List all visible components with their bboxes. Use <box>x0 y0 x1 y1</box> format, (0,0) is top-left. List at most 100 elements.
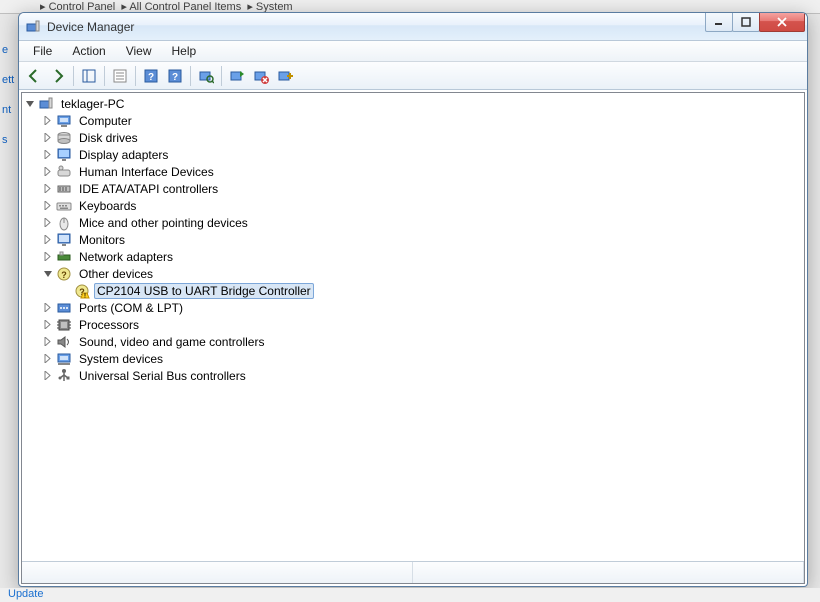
toolbar-back-button[interactable] <box>23 65 45 87</box>
expand-icon[interactable] <box>44 371 53 380</box>
tree-item[interactable]: Processors <box>22 316 804 333</box>
tree-item[interactable]: Keyboards <box>22 197 804 214</box>
expand-icon[interactable] <box>44 201 53 210</box>
menu-file[interactable]: File <box>23 42 62 60</box>
toolbar-separator <box>221 66 222 86</box>
expand-icon[interactable] <box>44 184 53 193</box>
other-warn-icon <box>74 283 90 299</box>
ide-icon <box>56 181 72 197</box>
mouse-icon <box>56 215 72 231</box>
toolbar-scan-button[interactable] <box>195 65 217 87</box>
tree-item-label: teklager-PC <box>58 96 127 112</box>
tree-item[interactable]: Disk drives <box>22 129 804 146</box>
expand-icon[interactable] <box>44 133 53 142</box>
titlebar[interactable]: Device Manager <box>19 13 807 41</box>
menu-action[interactable]: Action <box>62 42 115 60</box>
toolbar-add-legacy-button[interactable] <box>274 65 296 87</box>
tree-item-label: Mice and other pointing devices <box>76 215 251 231</box>
toolbar-uninstall-button[interactable] <box>250 65 272 87</box>
minimize-button[interactable] <box>705 13 733 32</box>
toolbar-properties-button[interactable] <box>109 65 131 87</box>
monitor-icon <box>56 232 72 248</box>
tree-item[interactable]: Monitors <box>22 231 804 248</box>
menu-view[interactable]: View <box>116 42 162 60</box>
usb-icon <box>56 368 72 384</box>
tree-item[interactable]: Network adapters <box>22 248 804 265</box>
expand-icon[interactable] <box>44 218 53 227</box>
expand-icon[interactable] <box>44 116 53 125</box>
content-area: teklager-PCComputerDisk drivesDisplay ad… <box>21 92 805 584</box>
status-cell <box>413 562 804 583</box>
expand-icon[interactable] <box>44 320 53 329</box>
tree-item-label: Monitors <box>76 232 128 248</box>
tree-item[interactable]: Display adapters <box>22 146 804 163</box>
toolbar-help-topics-button[interactable] <box>164 65 186 87</box>
tree-item[interactable]: Ports (COM & LPT) <box>22 299 804 316</box>
menu-help[interactable]: Help <box>162 42 207 60</box>
collapse-icon[interactable] <box>44 269 53 278</box>
collapse-icon[interactable] <box>26 99 35 108</box>
toolbar-forward-button[interactable] <box>47 65 69 87</box>
device-manager-window: Device Manager File Action View Help tek… <box>18 12 808 587</box>
tree-item[interactable]: IDE ATA/ATAPI controllers <box>22 180 804 197</box>
expand-icon[interactable] <box>44 337 53 346</box>
statusbar <box>22 561 804 583</box>
tree-item-label: Human Interface Devices <box>76 164 217 180</box>
expand-icon[interactable] <box>44 150 53 159</box>
tree-item[interactable]: Mice and other pointing devices <box>22 214 804 231</box>
tree-item-label: Keyboards <box>76 198 139 214</box>
tree-item-label: Disk drives <box>76 130 141 146</box>
tree-item-label: IDE ATA/ATAPI controllers <box>76 181 221 197</box>
close-button[interactable] <box>759 13 805 32</box>
expand-icon[interactable] <box>44 303 53 312</box>
tree-item-label: Universal Serial Bus controllers <box>76 368 249 384</box>
toolbar-separator <box>104 66 105 86</box>
disk-icon <box>56 130 72 146</box>
expand-icon[interactable] <box>44 354 53 363</box>
toolbar-update-driver-button[interactable] <box>226 65 248 87</box>
toolbar-separator <box>190 66 191 86</box>
tree-item[interactable]: Other devices <box>22 265 804 282</box>
tree-item-label: Other devices <box>76 266 156 282</box>
tree-item-label: System devices <box>76 351 166 367</box>
toolbar-help-button[interactable] <box>140 65 162 87</box>
tree-item-label: Network adapters <box>76 249 176 265</box>
expand-icon <box>62 286 71 295</box>
tree-item[interactable]: teklager-PC <box>22 95 804 112</box>
expand-icon[interactable] <box>44 252 53 261</box>
display-icon <box>56 147 72 163</box>
toolbar-separator <box>135 66 136 86</box>
tree-item-label: Sound, video and game controllers <box>76 334 267 350</box>
toolbar-tree-button[interactable] <box>78 65 100 87</box>
network-icon <box>56 249 72 265</box>
tree-item[interactable]: CP2104 USB to UART Bridge Controller <box>22 282 804 299</box>
tree-item-label: Display adapters <box>76 147 171 163</box>
bottom-fragment: Update <box>0 588 820 602</box>
window-controls <box>706 13 805 33</box>
menubar: File Action View Help <box>19 41 807 62</box>
tree-item[interactable]: Computer <box>22 112 804 129</box>
computer-icon <box>56 113 72 129</box>
status-cell <box>22 562 413 583</box>
hid-icon <box>56 164 72 180</box>
toolbar-separator <box>73 66 74 86</box>
device-tree[interactable]: teklager-PCComputerDisk drivesDisplay ad… <box>22 93 804 561</box>
expand-icon[interactable] <box>44 167 53 176</box>
tree-item[interactable]: Universal Serial Bus controllers <box>22 367 804 384</box>
system-icon <box>56 351 72 367</box>
tree-item[interactable]: Human Interface Devices <box>22 163 804 180</box>
toolbar <box>19 62 807 90</box>
sound-icon <box>56 334 72 350</box>
tree-item[interactable]: Sound, video and game controllers <box>22 333 804 350</box>
maximize-button[interactable] <box>732 13 760 32</box>
tree-item[interactable]: System devices <box>22 350 804 367</box>
ports-icon <box>56 300 72 316</box>
tree-item-label: Computer <box>76 113 135 129</box>
window-title: Device Manager <box>47 20 807 34</box>
other-icon <box>56 266 72 282</box>
expand-icon[interactable] <box>44 235 53 244</box>
app-icon <box>25 19 41 35</box>
processor-icon <box>56 317 72 333</box>
keyboard-icon <box>56 198 72 214</box>
tree-item-label: Ports (COM & LPT) <box>76 300 186 316</box>
